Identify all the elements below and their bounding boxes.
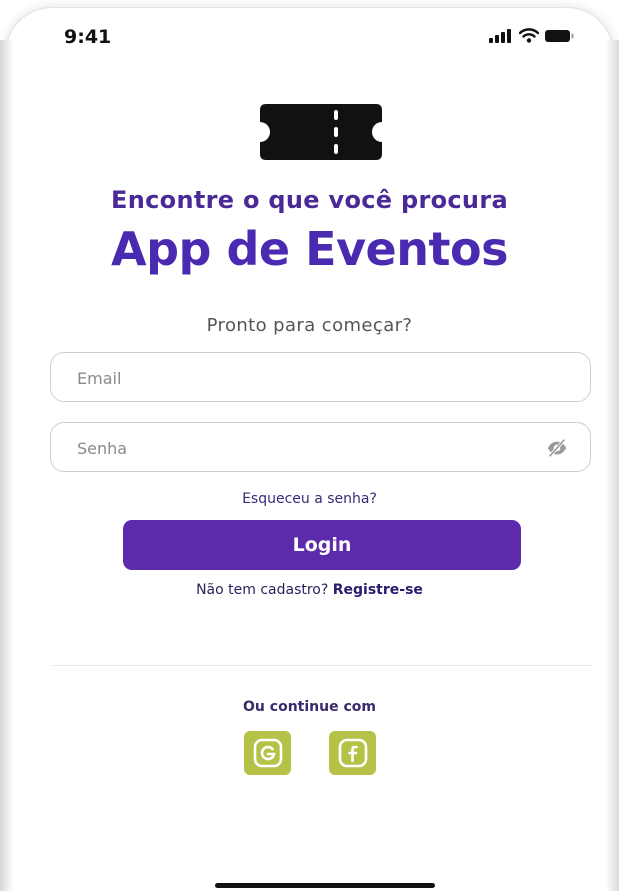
phone-frame: 9:41 Encontre o que você procura App de … (0, 0, 619, 891)
email-input[interactable] (75, 353, 519, 403)
app-title: App de Eventos (111, 222, 508, 276)
register-prompt: Não tem cadastro? (196, 582, 329, 598)
password-input[interactable] (75, 423, 519, 473)
frame-right-edge (605, 40, 619, 891)
home-indicator (215, 883, 435, 888)
register-line: Não tem cadastro? Registre-se (0, 582, 619, 598)
register-link[interactable]: Registre-se (333, 582, 423, 598)
google-login-button[interactable] (244, 731, 291, 775)
password-field-container (50, 422, 591, 473)
google-icon (253, 738, 282, 768)
forgot-password-link[interactable]: Esqueceu a senha? (0, 491, 619, 507)
signal-icon (489, 28, 511, 43)
wifi-icon (519, 28, 539, 43)
frame-left-edge (0, 40, 14, 891)
status-icons (489, 28, 575, 43)
email-field-container (50, 352, 591, 403)
divider (52, 665, 593, 666)
form-subtitle: Pronto para começar? (206, 315, 413, 336)
continue-with-label: Ou continue com (243, 699, 376, 715)
facebook-icon (338, 738, 367, 768)
tagline: Encontre o que você procura (111, 186, 508, 214)
facebook-login-button[interactable] (329, 731, 376, 775)
login-button[interactable]: Login (123, 520, 521, 570)
eye-off-icon[interactable] (546, 437, 568, 459)
status-time: 9:41 (64, 26, 112, 48)
ticket-icon (260, 104, 382, 160)
battery-icon (545, 29, 574, 42)
